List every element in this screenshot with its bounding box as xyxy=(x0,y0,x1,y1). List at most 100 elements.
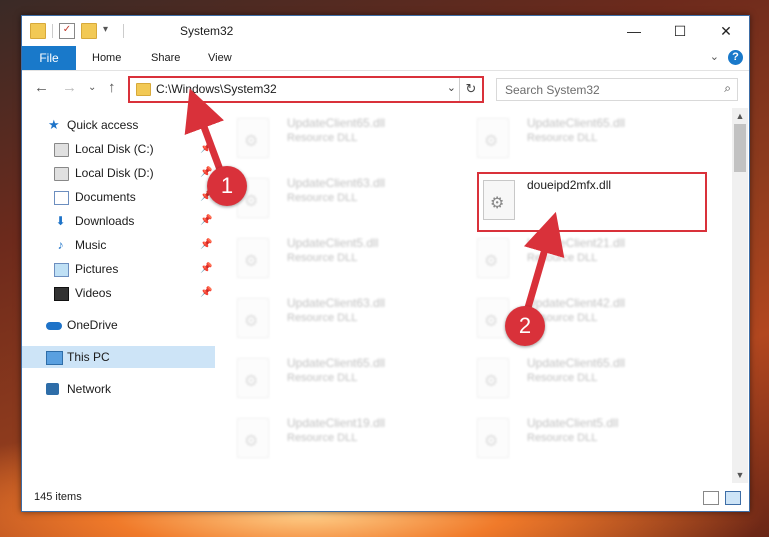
file-item[interactable]: ⚙ UpdateClient5.dll Resource DLL xyxy=(217,232,447,282)
sidebar-item-videos[interactable]: Videos 📌 xyxy=(22,282,215,304)
scroll-down-icon[interactable]: ▼ xyxy=(732,467,748,483)
dll-file-icon: ⚙ xyxy=(237,358,269,398)
music-icon: ♪ xyxy=(57,238,64,252)
search-input[interactable] xyxy=(503,81,707,99)
drive-icon xyxy=(54,143,69,157)
tab-view[interactable]: View xyxy=(208,46,232,70)
dll-file-icon: ⚙ xyxy=(483,180,515,220)
folder-icon xyxy=(136,83,151,96)
maximize-button[interactable]: ☐ xyxy=(657,16,703,46)
chevron-down-icon[interactable]: ⌄ xyxy=(447,81,456,94)
navigation-bar: ← → ⌄ ↑ C:\Windows\System32 ⌄ ↻ ⌕ xyxy=(22,71,749,105)
onedrive-icon xyxy=(46,322,62,330)
dll-file-icon: ⚙ xyxy=(477,358,509,398)
recent-locations-icon[interactable]: ⌄ xyxy=(88,82,96,93)
status-bar: 145 items xyxy=(22,486,749,510)
expand-ribbon-icon[interactable]: ⌄ xyxy=(710,50,719,63)
title-bar: ✓ ▾ System32 — ☐ ✕ xyxy=(22,16,749,46)
search-box[interactable]: ⌕ xyxy=(496,78,738,101)
refresh-icon[interactable]: ↻ xyxy=(459,78,482,101)
file-item[interactable]: ⚙ UpdateClient5.dll Resource DLL xyxy=(457,412,687,462)
file-item[interactable]: ⚙ UpdateClient21.dll Resource DLL xyxy=(457,232,687,282)
scroll-up-icon[interactable]: ▲ xyxy=(732,108,748,124)
file-item[interactable]: ⚙ UpdateClient42.dll Resource DLL xyxy=(457,292,687,342)
file-type: Resource DLL xyxy=(287,192,358,204)
file-type: Resource DLL xyxy=(287,372,358,384)
close-button[interactable]: ✕ xyxy=(703,16,749,46)
sidebar-item-local-disk-c[interactable]: Local Disk (C:) 📌 xyxy=(22,138,215,160)
file-name: UpdateClient42.dll xyxy=(527,296,626,310)
drive-icon xyxy=(54,167,69,181)
file-name: UpdateClient65.dll xyxy=(287,356,386,370)
scroll-thumb[interactable] xyxy=(734,124,746,172)
large-icons-view-icon[interactable] xyxy=(725,491,741,505)
sidebar-item-music[interactable]: ♪ Music 📌 xyxy=(22,234,215,256)
file-name: UpdateClient65.dll xyxy=(287,116,386,130)
sidebar-item-pictures[interactable]: Pictures 📌 xyxy=(22,258,215,280)
sidebar-item-label: Videos xyxy=(75,286,112,300)
callout-badge-1: 1 xyxy=(207,166,247,206)
file-item[interactable]: ⚙ UpdateClient65.dll Resource DLL xyxy=(457,112,687,162)
item-count: 145 items xyxy=(34,491,82,503)
file-explorer-window: ✓ ▾ System32 — ☐ ✕ File Home Share View … xyxy=(21,15,750,512)
sidebar-item-label: Music xyxy=(75,238,107,252)
videos-icon xyxy=(54,287,69,301)
dll-file-icon: ⚙ xyxy=(477,298,509,338)
file-item-doueipd2mfx[interactable]: ⚙ doueipd2mfx.dll xyxy=(477,172,707,232)
sidebar-item-this-pc[interactable]: This PC xyxy=(22,346,215,368)
sidebar-item-documents[interactable]: Documents 📌 xyxy=(22,186,215,208)
new-folder-icon[interactable] xyxy=(81,23,97,39)
sidebar-item-onedrive[interactable]: OneDrive xyxy=(22,314,215,336)
file-item[interactable]: ⚙ UpdateClient65.dll Resource DLL xyxy=(217,352,447,402)
back-icon[interactable]: ← xyxy=(34,79,49,96)
up-icon[interactable]: ↑ xyxy=(108,79,116,96)
file-type: Resource DLL xyxy=(527,252,598,264)
navigation-pane: ★ Quick access Local Disk (C:) 📌 Local D… xyxy=(22,108,215,483)
sidebar-item-network[interactable]: Network xyxy=(22,378,215,400)
pin-icon: 📌 xyxy=(200,143,213,154)
downloads-icon: ⬇ xyxy=(55,214,66,228)
file-item[interactable]: ⚙ UpdateClient65.dll Resource DLL xyxy=(217,112,447,162)
file-name: doueipd2mfx.dll xyxy=(527,178,612,192)
sidebar-item-label: Downloads xyxy=(75,214,135,228)
tab-share[interactable]: Share xyxy=(151,46,180,70)
forward-icon[interactable]: → xyxy=(62,79,77,96)
pictures-icon xyxy=(54,263,69,277)
dll-file-icon: ⚙ xyxy=(477,238,509,278)
dll-file-icon: ⚙ xyxy=(237,118,269,158)
this-pc-icon xyxy=(46,351,63,365)
minimize-button[interactable]: — xyxy=(611,16,657,46)
file-item[interactable]: ⚙ UpdateClient63.dll Resource DLL xyxy=(217,172,447,222)
help-icon[interactable]: ? xyxy=(728,50,743,65)
file-item[interactable]: ⚙ UpdateClient63.dll Resource DLL xyxy=(217,292,447,342)
sidebar-item-label: Quick access xyxy=(67,118,139,132)
sidebar-item-downloads[interactable]: ⬇ Downloads 📌 xyxy=(22,210,215,232)
address-bar[interactable]: C:\Windows\System32 ⌄ ↻ xyxy=(128,76,484,103)
file-type: Resource DLL xyxy=(527,432,598,444)
window-title: System32 xyxy=(180,24,234,38)
details-view-icon[interactable] xyxy=(703,491,719,505)
vertical-scrollbar[interactable]: ▲ ▼ xyxy=(732,108,748,483)
tab-home[interactable]: Home xyxy=(92,46,121,70)
folder-icon[interactable] xyxy=(30,23,46,39)
properties-icon[interactable]: ✓ xyxy=(59,23,75,39)
sidebar-item-local-disk-d[interactable]: Local Disk (D:) 📌 xyxy=(22,162,215,184)
file-type: Resource DLL xyxy=(287,252,358,264)
view-toggle xyxy=(703,491,741,505)
dll-file-icon: ⚙ xyxy=(477,118,509,158)
file-name: UpdateClient63.dll xyxy=(287,176,386,190)
star-icon: ★ xyxy=(48,117,60,132)
pin-icon: 📌 xyxy=(200,263,213,274)
file-name: UpdateClient5.dll xyxy=(287,236,379,250)
tab-file[interactable]: File xyxy=(22,46,76,70)
file-item[interactable]: ⚙ UpdateClient65.dll Resource DLL xyxy=(457,352,687,402)
customize-toolbar-icon[interactable]: ▾ xyxy=(103,24,117,38)
address-path[interactable]: C:\Windows\System32 xyxy=(156,82,277,96)
sidebar-item-quick-access[interactable]: ★ Quick access xyxy=(22,114,215,136)
search-icon[interactable]: ⌕ xyxy=(724,81,731,96)
file-type: Resource DLL xyxy=(527,372,598,384)
sidebar-item-label: OneDrive xyxy=(67,318,118,332)
file-item[interactable]: ⚙ UpdateClient19.dll Resource DLL xyxy=(217,412,447,462)
sidebar-item-label: Network xyxy=(67,382,112,396)
file-name: UpdateClient5.dll xyxy=(527,416,619,430)
